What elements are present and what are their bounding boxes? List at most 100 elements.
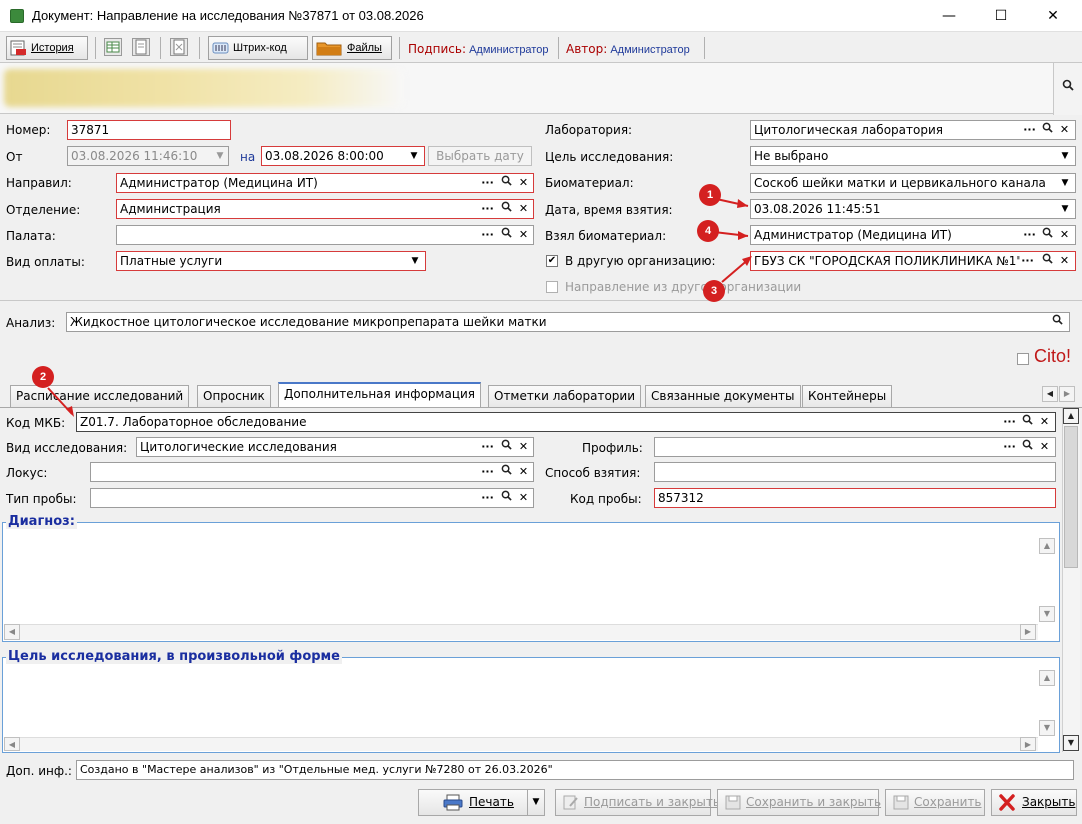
locus-field[interactable]	[90, 462, 534, 482]
sample-type-field[interactable]	[90, 488, 534, 508]
department-clear-icon[interactable]: ✕	[516, 200, 531, 218]
sample-type-search-icon[interactable]	[499, 489, 514, 507]
goal-select[interactable]: Не выбрано	[750, 146, 1076, 166]
document-delete-icon[interactable]	[170, 38, 188, 56]
diagnosis-textarea[interactable]	[4, 530, 1038, 624]
profile-more-icon[interactable]: ···	[1002, 438, 1017, 456]
patient-search-icon[interactable]	[1053, 63, 1082, 115]
mkb-search-icon[interactable]	[1020, 413, 1035, 431]
tabs-scroll-right-icon[interactable]: ▶	[1059, 386, 1075, 402]
tab-panel-scroll-down-icon[interactable]: ▼	[1063, 735, 1079, 751]
barcode-button[interactable]: Штрих-код	[208, 36, 308, 60]
extra-info-field[interactable]: Создано в "Мастере анализов" из "Отдельн…	[76, 760, 1074, 780]
study-type-more-icon[interactable]: ···	[480, 438, 495, 456]
taken-by-search-icon[interactable]	[1040, 226, 1055, 244]
tab-containers[interactable]: Контейнеры	[802, 385, 893, 407]
mkb-clear-icon[interactable]: ✕	[1037, 413, 1052, 431]
payment-select[interactable]: Платные услуги	[116, 251, 426, 271]
directed-search-icon[interactable]	[499, 174, 514, 192]
department-more-icon[interactable]: ···	[480, 200, 495, 218]
taken-by-clear-icon[interactable]: ✕	[1057, 226, 1072, 244]
taken-date-field[interactable]: 03.08.2026 11:45:51	[750, 199, 1076, 219]
other-org-checkbox[interactable]: ✔	[546, 255, 558, 267]
locus-more-icon[interactable]: ···	[480, 463, 495, 481]
ward-search-icon[interactable]	[499, 226, 514, 244]
tab-questionnaire[interactable]: Опросник	[197, 385, 271, 407]
directed-more-icon[interactable]: ···	[480, 174, 495, 192]
ward-more-icon[interactable]: ···	[480, 226, 495, 244]
print-button[interactable]: Печать	[418, 789, 528, 816]
close-window-button[interactable]: ✕	[1030, 0, 1076, 32]
save-close-button[interactable]: Сохранить и закрыть	[717, 789, 881, 816]
signature-link[interactable]: Подпись: Администратор	[408, 42, 548, 56]
taken-date-dropdown-icon[interactable]: ▼	[1057, 200, 1073, 218]
study-type-field[interactable]: Цитологические исследования	[136, 437, 534, 457]
profile-clear-icon[interactable]: ✕	[1037, 438, 1052, 456]
biomaterial-dropdown-icon[interactable]: ▼	[1057, 174, 1073, 192]
method-field[interactable]	[654, 462, 1056, 482]
locus-clear-icon[interactable]: ✕	[516, 463, 531, 481]
mkb-more-icon[interactable]: ···	[1002, 413, 1017, 431]
other-org-clear-icon[interactable]: ✕	[1057, 252, 1072, 270]
history-button[interactable]: История	[6, 36, 88, 60]
on-date-field[interactable]: 03.08.2026 8:00:00	[261, 146, 425, 166]
goal-free-hscrollbar[interactable]	[4, 737, 1038, 751]
from-date-field[interactable]: 03.08.2026 11:46:10	[67, 146, 229, 166]
diagnosis-scroll-up-icon[interactable]: ▲	[1039, 538, 1055, 554]
files-button[interactable]: Файлы	[312, 36, 392, 60]
directed-field[interactable]: Администратор (Медицина ИТ)	[116, 173, 534, 193]
profile-field[interactable]	[654, 437, 1056, 457]
grid-icon[interactable]	[104, 38, 122, 56]
other-org-more-icon[interactable]: ···	[1020, 252, 1035, 270]
tabs-scroll-left-icon[interactable]: ◀	[1042, 386, 1058, 402]
minimize-button[interactable]: —	[926, 0, 972, 32]
tab-panel-scroll-up-icon[interactable]: ▲	[1063, 408, 1079, 424]
save-button[interactable]: Сохранить	[885, 789, 985, 816]
directed-clear-icon[interactable]: ✕	[516, 174, 531, 192]
biomaterial-select[interactable]: Соскоб шейки матки и цервикального канал…	[750, 173, 1076, 193]
analysis-field[interactable]: Жидкостное цитологическое исследование м…	[66, 312, 1070, 332]
study-type-clear-icon[interactable]: ✕	[516, 438, 531, 456]
on-date-dropdown-icon[interactable]: ▼	[406, 147, 422, 165]
ward-field[interactable]	[116, 225, 534, 245]
diagnosis-scroll-left-icon[interactable]: ◀	[4, 624, 20, 640]
sample-type-clear-icon[interactable]: ✕	[516, 489, 531, 507]
profile-search-icon[interactable]	[1020, 438, 1035, 456]
lab-clear-icon[interactable]: ✕	[1057, 121, 1072, 139]
diagnosis-scroll-down-icon[interactable]: ▼	[1039, 606, 1055, 622]
maximize-button[interactable]: ☐	[978, 0, 1024, 32]
goal-free-scroll-right-icon[interactable]: ▶	[1020, 737, 1036, 751]
analysis-search-icon[interactable]	[1050, 313, 1065, 331]
diagnosis-scroll-right-icon[interactable]: ▶	[1020, 624, 1036, 640]
goal-free-textarea[interactable]	[4, 665, 1038, 737]
goal-free-scroll-up-icon[interactable]: ▲	[1039, 670, 1055, 686]
print-dropdown-icon[interactable]: ▼	[527, 789, 545, 816]
tab-lab-marks[interactable]: Отметки лаборатории	[488, 385, 642, 407]
author-link[interactable]: Автор: Администратор	[566, 42, 690, 56]
taken-by-more-icon[interactable]: ···	[1022, 226, 1037, 244]
document-edit-icon[interactable]	[132, 38, 150, 56]
choose-date-button[interactable]: Выбрать дату	[428, 146, 532, 166]
lab-more-icon[interactable]: ···	[1022, 121, 1037, 139]
lab-search-icon[interactable]	[1040, 121, 1055, 139]
ward-clear-icon[interactable]: ✕	[516, 226, 531, 244]
goal-free-scroll-down-icon[interactable]: ▼	[1039, 720, 1055, 736]
tab-panel-scroll-thumb[interactable]	[1064, 426, 1078, 568]
department-search-icon[interactable]	[499, 200, 514, 218]
diagnosis-hscrollbar[interactable]	[4, 624, 1038, 640]
payment-dropdown-icon[interactable]: ▼	[407, 252, 423, 270]
sample-code-field[interactable]: 857312	[654, 488, 1056, 508]
tab-related-docs[interactable]: Связанные документы	[645, 385, 801, 407]
from-date-dropdown-icon[interactable]: ▼	[212, 147, 228, 165]
tab-additional-info[interactable]: Дополнительная информация	[278, 382, 482, 408]
goal-dropdown-icon[interactable]: ▼	[1057, 147, 1073, 165]
locus-search-icon[interactable]	[499, 463, 514, 481]
number-field[interactable]: 37871	[67, 120, 231, 140]
sign-close-button[interactable]: Подписать и закрыть	[555, 789, 720, 816]
close-button[interactable]: Закрыть	[991, 789, 1077, 816]
cito-checkbox[interactable]	[1017, 353, 1029, 365]
from-other-org-checkbox[interactable]	[546, 281, 558, 293]
tab-schedule[interactable]: Расписание исследований	[10, 385, 190, 407]
sample-type-more-icon[interactable]: ···	[480, 489, 495, 507]
goal-free-scroll-left-icon[interactable]: ◀	[4, 737, 20, 751]
